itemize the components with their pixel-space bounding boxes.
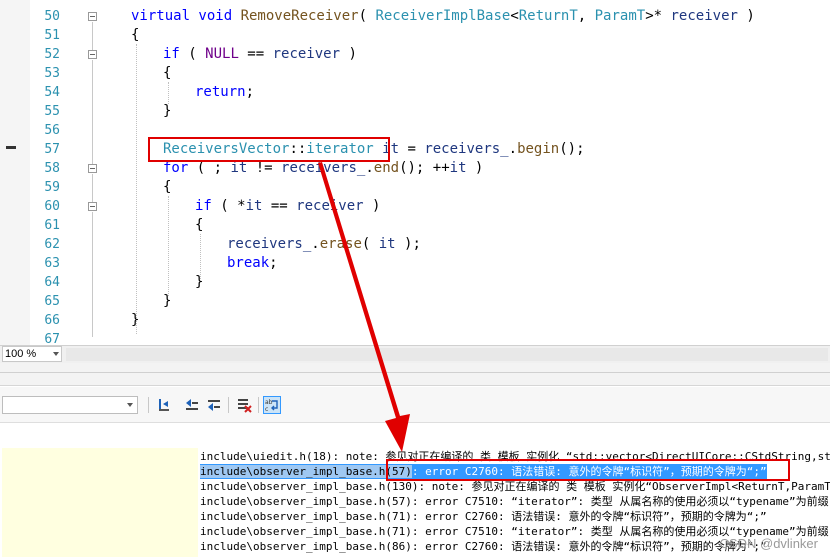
zoom-value: 100 % [5,348,37,360]
editor-status-bar: 100 % [0,345,830,363]
toolbar-separator [228,397,229,413]
output-path: include\observer_impl_base.h(130) [200,480,419,493]
code-line-54: return; [195,84,255,100]
fold-toggle-icon[interactable] [88,202,97,211]
find-message-button[interactable] [155,396,173,414]
chevron-down-icon [53,352,59,356]
output-path: include\observer_impl_base.h(86) [200,540,412,553]
fold-line [92,22,93,50]
goto-next-icon [208,400,220,411]
goto-previous-button[interactable] [183,396,201,414]
code-line-60: if ( *it == receiver ) [195,198,381,214]
code-line-64: } [195,274,204,290]
editor-margin [0,0,30,345]
output-line[interactable]: include\observer_impl_base.h(86): error … [200,539,767,554]
current-line-marker [6,146,16,149]
word-wrap-toggle[interactable]: ab c [263,396,281,414]
indent-guide [136,44,137,334]
code-line-51: { [131,27,140,43]
clear-all-icon [238,399,252,413]
line-number: 59 [44,180,60,195]
line-number: 60 [44,199,60,214]
output-text: : note: 参见对正在编译的 类 模板 实例化“ObserverImpl<R… [418,480,830,493]
code-line-65: } [163,293,172,309]
indent-guide [168,196,169,296]
chevron-down-icon [127,403,133,407]
line-number: 63 [44,256,60,271]
highlight-box-code [148,137,390,162]
code-line-61: { [195,217,204,233]
output-gutter [2,448,198,557]
svg-text:c: c [265,406,268,413]
line-number: 50 [44,9,60,24]
code-editor[interactable]: 50 51 52 53 54 55 56 57 58 59 60 61 62 6… [0,0,830,345]
line-number: 61 [44,218,60,233]
output-panel[interactable]: include\uiedit.h(18) : note: 参见对正在编译的 类 模… [0,424,830,557]
code-line-52: if ( NULL == receiver ) [163,46,357,62]
output-text: : error C2760: 语法错误: 意外的令牌“标识符”，预期的令牌为“;… [411,510,767,523]
fold-toggle-icon[interactable] [88,12,97,21]
output-source-dropdown[interactable] [2,396,138,414]
output-text: : error C7510: “iterator”: 类型 从属名称的使用必须以… [411,495,829,508]
output-toolbar: ab c [0,387,830,423]
fold-line [92,110,93,164]
line-number: 65 [44,294,60,309]
output-path: include\uiedit.h(18) [200,450,333,463]
word-wrap-icon: ab c [265,399,278,413]
line-number: 64 [44,275,60,290]
find-message-icon [159,399,169,411]
line-number: 54 [44,85,60,100]
divider [0,372,830,373]
fold-line [92,60,93,110]
horizontal-scrollbar[interactable] [66,348,828,361]
output-line[interactable]: include\observer_impl_base.h(130): note:… [200,479,830,494]
line-number: 56 [44,123,60,138]
line-number: 62 [44,237,60,252]
fold-toggle-icon[interactable] [88,50,97,59]
output-line[interactable]: include\observer_impl_base.h(57): error … [200,494,829,509]
fold-line [92,212,93,307]
indent-guide [168,82,169,104]
line-number: 67 [44,332,60,345]
code-line-66: } [131,312,140,328]
panel-splitter[interactable] [0,363,830,386]
code-line-50: virtual void RemoveReceiver( ReceiverImp… [131,8,755,24]
clear-all-button[interactable] [235,396,253,414]
goto-next-button[interactable] [205,396,223,414]
code-line-62: receivers_.erase( it ); [227,236,421,252]
fold-line [92,307,93,337]
line-number: 51 [44,28,60,43]
output-line[interactable]: include\observer_impl_base.h(71): error … [200,509,767,524]
fold-line [92,174,93,202]
code-line-59: { [163,179,172,195]
toolbar-separator [258,397,259,413]
svg-text:ab: ab [265,399,273,406]
line-number: 58 [44,161,60,176]
line-number: 57 [44,142,60,157]
line-number: 55 [44,104,60,119]
code-line-63: break; [227,255,278,271]
toolbar-separator [148,397,149,413]
code-line-55: } [163,103,172,119]
watermark: CSDN @dvlinker [719,536,818,551]
output-path: include\observer_impl_base.h(71) [200,510,412,523]
output-text: : error C2760: 语法错误: 意外的令牌“标识符”，预期的令牌为“;… [411,540,767,553]
output-path: include\observer_impl_base.h(57) [200,465,412,478]
output-path: include\observer_impl_base.h(71) [200,525,412,538]
line-number: 66 [44,313,60,328]
line-number: 53 [44,66,60,81]
line-number-gutter: 50 51 52 53 54 55 56 57 58 59 60 61 62 6… [30,0,97,345]
goto-prev-icon [186,399,198,410]
output-path: include\observer_impl_base.h(57) [200,495,412,508]
fold-toggle-icon[interactable] [88,164,97,173]
line-number: 52 [44,47,60,62]
zoom-dropdown[interactable]: 100 % [2,346,62,362]
highlight-box-error [386,459,790,481]
code-line-53: { [163,65,172,81]
